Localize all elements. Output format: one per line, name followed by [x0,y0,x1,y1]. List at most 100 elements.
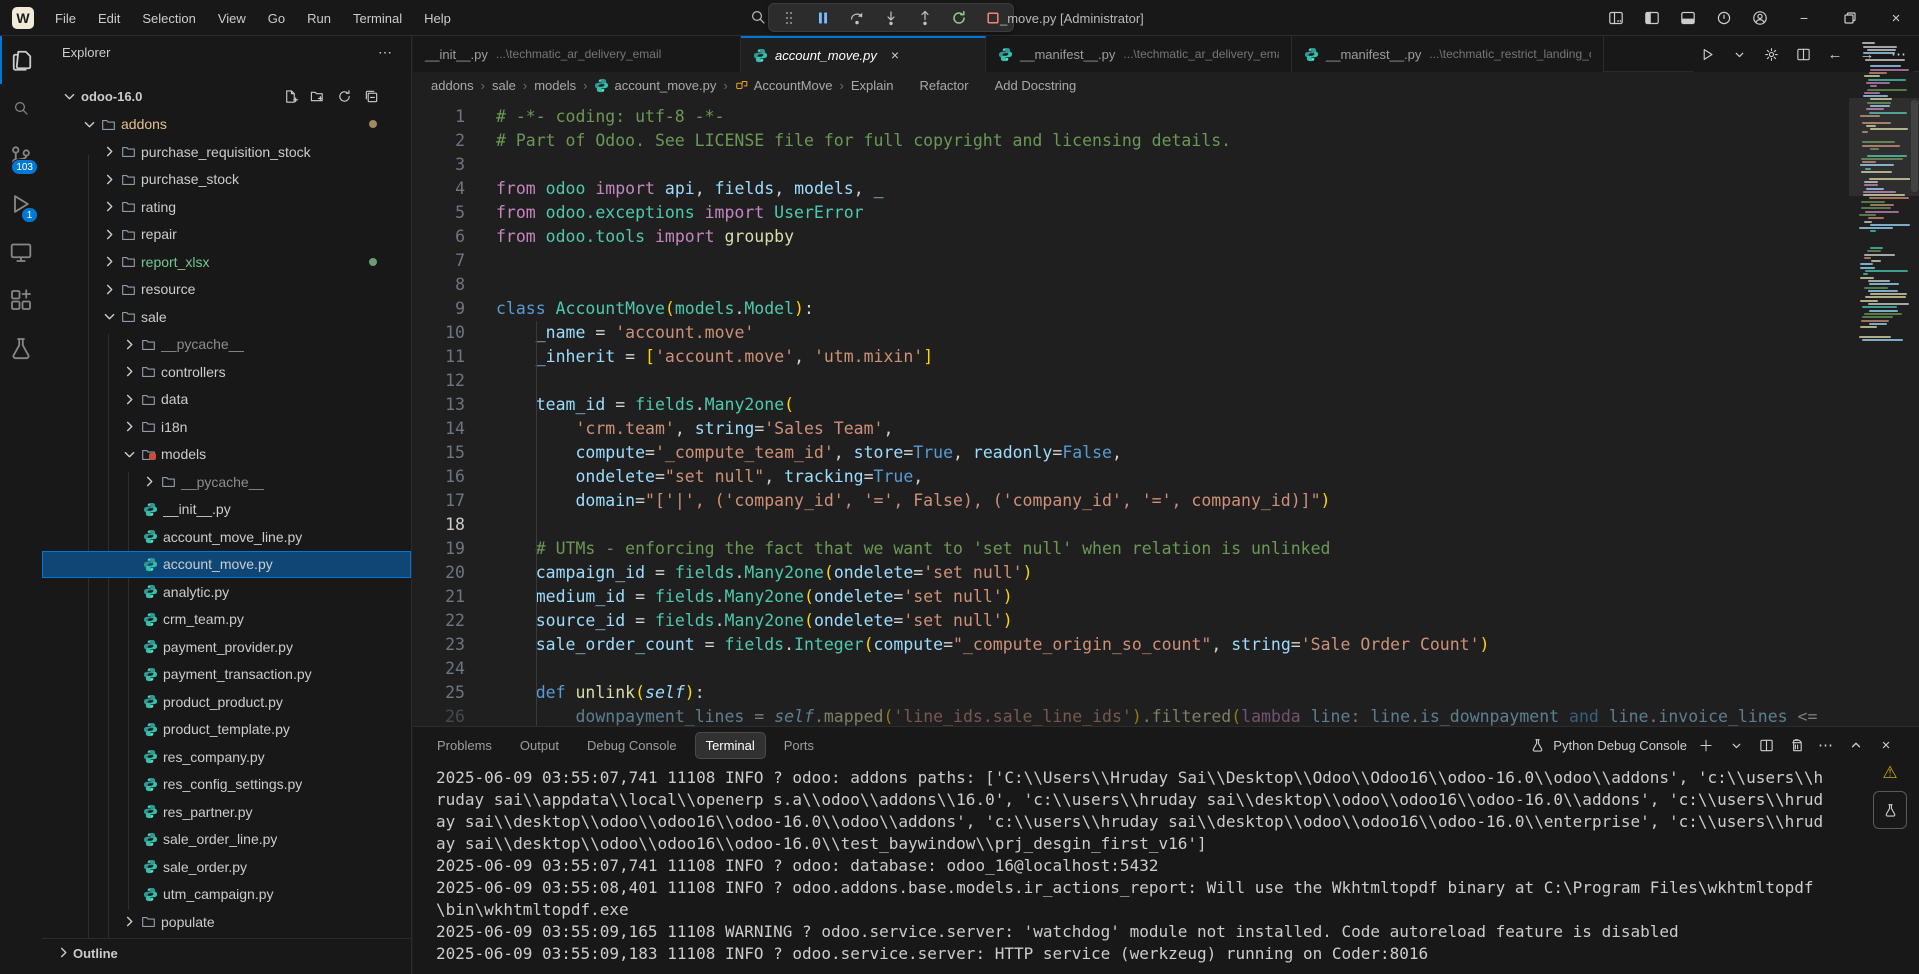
line-number[interactable]: 25 [413,681,479,705]
menu-view[interactable]: View [207,0,257,36]
new-file-icon[interactable] [281,87,300,106]
tree-folder-report_xlsx[interactable]: report_xlsx [42,248,411,276]
tree-file-sale_order_line.py[interactable]: sale_order_line.py [42,826,411,854]
terminal-output[interactable]: 2025-06-09 03:55:07,741 11108 INFO ? odo… [436,767,1832,967]
line-number[interactable]: 7 [413,249,479,273]
tree-file-res_partner.py[interactable]: res_partner.py [42,798,411,826]
activity-testing[interactable] [0,324,42,372]
tab-account_move.py-1[interactable]: account_move.py× [741,36,986,73]
search-icon[interactable] [750,9,766,30]
maximize-panel-button[interactable] [1843,733,1869,757]
tree-folder-rating[interactable]: rating [42,193,411,221]
activity-remote-explorer[interactable] [0,228,42,276]
window-close-button[interactable]: × [1873,0,1919,36]
line-number[interactable]: 3 [413,153,479,177]
collapse-all-icon[interactable] [362,87,381,106]
new-terminal-button[interactable]: ＋ [1693,733,1719,757]
breadcrumb-AccountMove[interactable]: AccountMove [735,78,833,93]
menu-run[interactable]: Run [296,0,342,36]
tab-close-icon[interactable]: × [887,46,903,64]
settings-gear-button[interactable] [1757,41,1785,67]
line-number[interactable]: 20 [413,561,479,585]
line-number[interactable]: 21 [413,585,479,609]
tree-folder-data[interactable]: data [42,386,411,414]
new-folder-icon[interactable] [308,87,327,106]
tree-file-product_product.py[interactable]: product_product.py [42,688,411,716]
tree-folder-sale[interactable]: sale [42,303,411,331]
tree-folder-addons[interactable]: addons [42,111,411,139]
split-panel-button[interactable] [1753,733,1779,757]
window-restore-button[interactable] [1827,0,1873,36]
tree-folder-resource[interactable]: resource [42,276,411,304]
panel-tab-debug-console[interactable]: Debug Console [577,733,687,758]
tree-file-res_company.py[interactable]: res_company.py [42,743,411,771]
panel-tab-problems[interactable]: Problems [427,733,502,758]
close-panel-button[interactable]: × [1873,733,1899,757]
tree-folder-purchase_requisition_stock[interactable]: purchase_requisition_stock [42,138,411,166]
window-minimize-button[interactable]: − [1781,0,1827,36]
ai-action-refactor[interactable]: Refactor [919,78,968,93]
tree-file-payment_provider.py[interactable]: payment_provider.py [42,633,411,661]
line-number[interactable]: 23 [413,633,479,657]
tree-folder-repair[interactable]: repair [42,221,411,249]
line-number[interactable]: 13 [413,393,479,417]
tree-file-product_template.py[interactable]: product_template.py [42,716,411,744]
tree-file-utm_campaign.py[interactable]: utm_campaign.py [42,881,411,909]
explorer-more-actions-button[interactable]: ⋯ [372,42,399,63]
restart-button[interactable] [945,5,973,30]
line-number[interactable]: 5 [413,201,479,225]
line-number[interactable]: 6 [413,225,479,249]
warning-icon[interactable]: ⚠ [1882,763,1897,783]
tree-file-crm_team.py[interactable]: crm_team.py [42,606,411,634]
line-number[interactable]: 24 [413,657,479,681]
menu-terminal[interactable]: Terminal [342,0,413,36]
panel-tab-output[interactable]: Output [510,733,569,758]
tree-file-payment_transaction.py[interactable]: payment_transaction.py [42,661,411,689]
step-over-button[interactable] [843,5,871,30]
tree-file-res_config_settings.py[interactable]: res_config_settings.py [42,771,411,799]
tree-folder-i18n[interactable]: i18n [42,413,411,441]
line-number[interactable]: 11 [413,345,479,369]
panel-tab-terminal[interactable]: Terminal [695,732,766,759]
toggle-panel-button[interactable] [1673,5,1703,31]
breadcrumb-account_move.py[interactable]: account_move.py [594,78,716,93]
python-debug-console-instance[interactable] [1873,791,1907,829]
line-number[interactable]: 19 [413,537,479,561]
activity-source-control[interactable]: 103 [0,132,42,180]
activity-run-debug[interactable]: 1 [0,180,42,228]
tree-file-__init__.py[interactable]: __init__.py [42,496,411,524]
tree-folder-__pycache__[interactable]: __pycache__ [42,468,411,496]
tab-__manifest__.py-3[interactable]: __manifest__.py...\techmatic_restrict_la… [1292,36,1604,72]
line-number[interactable]: 17 [413,489,479,513]
nav-back-button[interactable]: ← [1821,41,1849,67]
account-button[interactable] [1745,5,1775,31]
activity-search[interactable] [0,84,42,132]
line-number[interactable]: 16 [413,465,479,489]
step-into-button[interactable] [877,5,905,30]
pause-button[interactable] [809,5,837,30]
customize-layout-button[interactable] [1601,5,1631,31]
panel-tab-ports[interactable]: Ports [774,733,824,758]
line-number[interactable]: 12 [413,369,479,393]
line-number[interactable]: 2 [413,129,479,153]
line-number[interactable]: 15 [413,441,479,465]
tree-section-odoo-16.0[interactable]: odoo-16.0 [42,83,411,111]
run-button[interactable] [1693,41,1721,67]
tree-file-sale_order.py[interactable]: sale_order.py [42,853,411,881]
tree-folder-__pycache__[interactable]: __pycache__ [42,331,411,359]
editor-scrollbar[interactable] [1911,98,1918,726]
line-number[interactable]: 10 [413,321,479,345]
console-label[interactable]: Python Debug Console [1553,738,1687,753]
terminal-dropdown-button[interactable] [1723,733,1749,757]
tree-folder-populate[interactable]: populate [42,908,411,936]
tree-folder-models[interactable]: models [42,441,411,469]
tab-__manifest__.py-2[interactable]: __manifest__.py...\techmatic_ar_delivery… [986,36,1292,72]
line-number[interactable]: 1 [413,105,479,129]
tab-__init__.py-0[interactable]: __init__.py...\techmatic_ar_delivery_ema… [413,36,741,72]
line-number[interactable]: 22 [413,609,479,633]
kill-terminal-button[interactable] [1783,733,1809,757]
breadcrumb-addons[interactable]: addons [431,78,474,93]
breadcrumb-sale[interactable]: sale [492,78,516,93]
line-number[interactable]: 18 [413,513,479,537]
drag-grip-button[interactable] [775,5,803,30]
